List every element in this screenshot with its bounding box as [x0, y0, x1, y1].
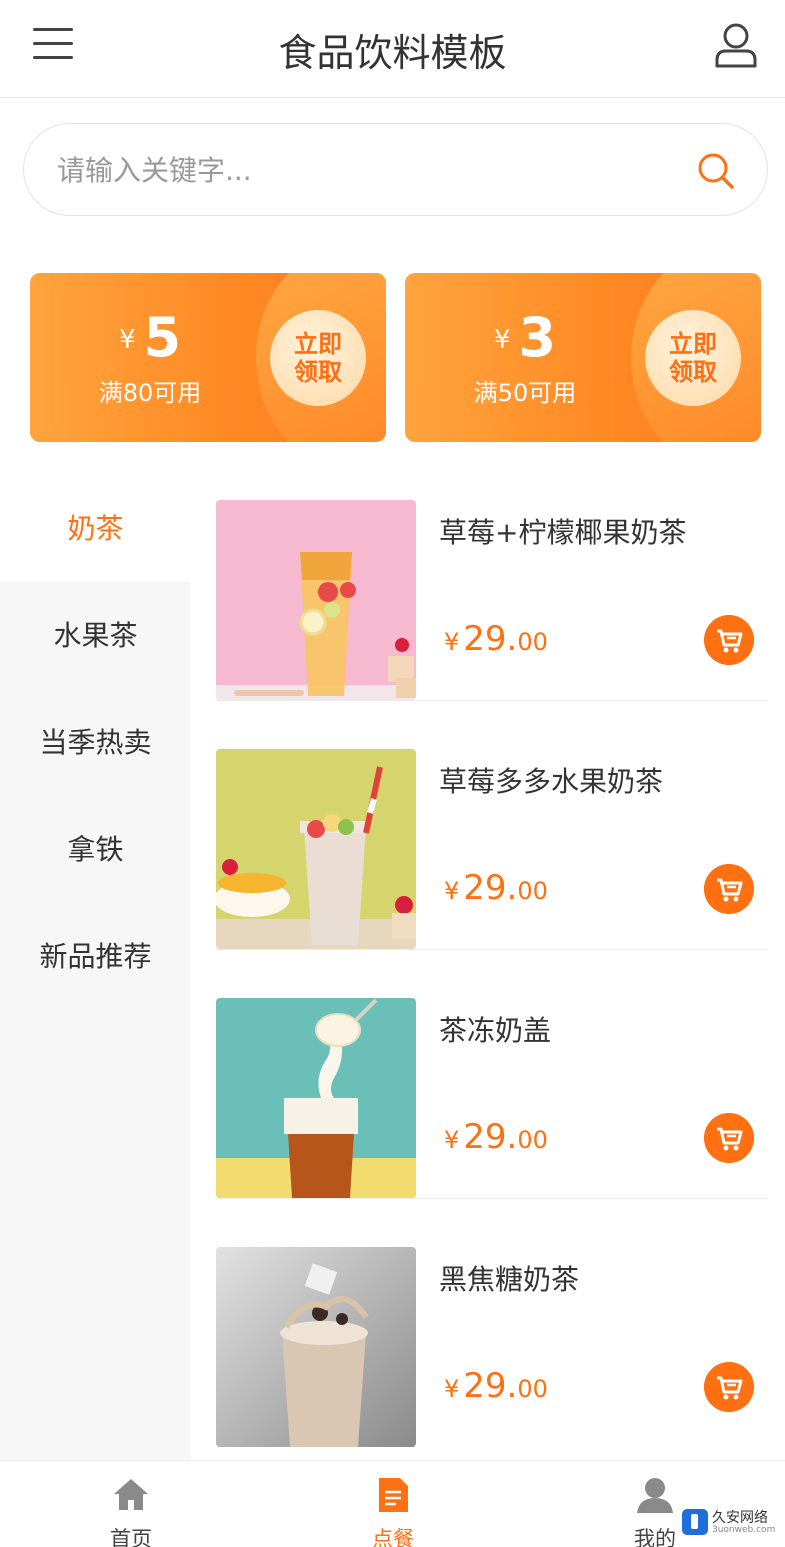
product-item[interactable]: 草莓+柠檬椰果奶茶 ¥29.00	[216, 475, 768, 701]
product-image[interactable]	[216, 500, 416, 700]
coupon-condition: 满80可用	[98, 379, 202, 407]
product-item[interactable]: 黑焦糖奶茶 ¥29.00	[216, 1222, 768, 1448]
search-input[interactable]	[57, 146, 657, 194]
top-header: 食品饮料模板	[0, 0, 785, 98]
coupon-value: 3	[518, 306, 557, 369]
product-item[interactable]: 茶冻奶盖 ¥29.00	[216, 973, 768, 1199]
add-to-cart-button[interactable]	[704, 615, 754, 665]
category-milk-tea[interactable]: 奶茶	[0, 475, 191, 582]
category-latte[interactable]: 拿铁	[0, 796, 191, 903]
currency-symbol: ¥	[118, 325, 136, 355]
product-price: ¥29.00	[444, 868, 548, 908]
add-to-cart-button[interactable]	[704, 864, 754, 914]
add-to-cart-button[interactable]	[704, 1113, 754, 1163]
product-name: 草莓多多水果奶茶	[439, 765, 664, 798]
coupon-amount: ¥3	[405, 306, 645, 369]
watermark-icon	[682, 1509, 708, 1535]
category-new-arrivals[interactable]: 新品推荐	[0, 903, 191, 1010]
category-sidebar: 奶茶 水果茶 当季热卖 拿铁 新品推荐	[0, 475, 191, 1460]
search-icon[interactable]	[697, 152, 735, 190]
watermark-url: 3uonweb.com	[712, 1525, 776, 1535]
claim-coupon-button[interactable]: 立即领取	[270, 310, 366, 406]
tab-label: 首页	[110, 1527, 152, 1547]
tab-order[interactable]: 点餐	[262, 1461, 524, 1547]
product-image[interactable]	[216, 1247, 416, 1447]
coupon-card[interactable]: ¥3 满50可用 立即领取	[405, 273, 761, 442]
product-image[interactable]	[216, 998, 416, 1198]
currency-symbol: ¥	[493, 325, 511, 355]
product-price: ¥29.00	[444, 1366, 548, 1406]
product-price: ¥29.00	[444, 1117, 548, 1157]
home-icon	[114, 1479, 148, 1510]
user-icon[interactable]	[715, 22, 757, 68]
product-name: 草莓+柠檬椰果奶茶	[439, 516, 687, 549]
product-item[interactable]: 草莓多多水果奶茶 ¥29.00	[216, 724, 768, 950]
product-name: 茶冻奶盖	[439, 1014, 552, 1047]
watermark-logo: 久安网络 3uonweb.com	[680, 1505, 780, 1541]
coupon-card[interactable]: ¥5 满80可用 立即领取	[30, 273, 386, 442]
coupon-amount: ¥5	[30, 306, 270, 369]
claim-coupon-button[interactable]: 立即领取	[645, 310, 741, 406]
coupon-value: 5	[143, 306, 182, 369]
search-bar	[23, 123, 768, 216]
tab-home[interactable]: 首页	[0, 1461, 262, 1547]
claim-label: 立即领取	[669, 330, 717, 386]
claim-label: 立即领取	[294, 330, 342, 386]
tab-label: 点餐	[372, 1527, 414, 1547]
category-fruit-tea[interactable]: 水果茶	[0, 582, 191, 689]
product-image[interactable]	[216, 749, 416, 949]
watermark-text: 久安网络	[712, 1510, 768, 1526]
coupon-condition: 满50可用	[473, 379, 577, 407]
category-seasonal-hot[interactable]: 当季热卖	[0, 689, 191, 796]
add-to-cart-button[interactable]	[704, 1362, 754, 1412]
product-price: ¥29.00	[444, 619, 548, 659]
profile-icon	[637, 1478, 673, 1513]
page-title: 食品饮料模板	[278, 31, 507, 75]
bottom-tab-bar: 首页 点餐 我的	[0, 1460, 785, 1547]
order-icon	[379, 1478, 408, 1512]
product-name: 黑焦糖奶茶	[439, 1263, 580, 1296]
